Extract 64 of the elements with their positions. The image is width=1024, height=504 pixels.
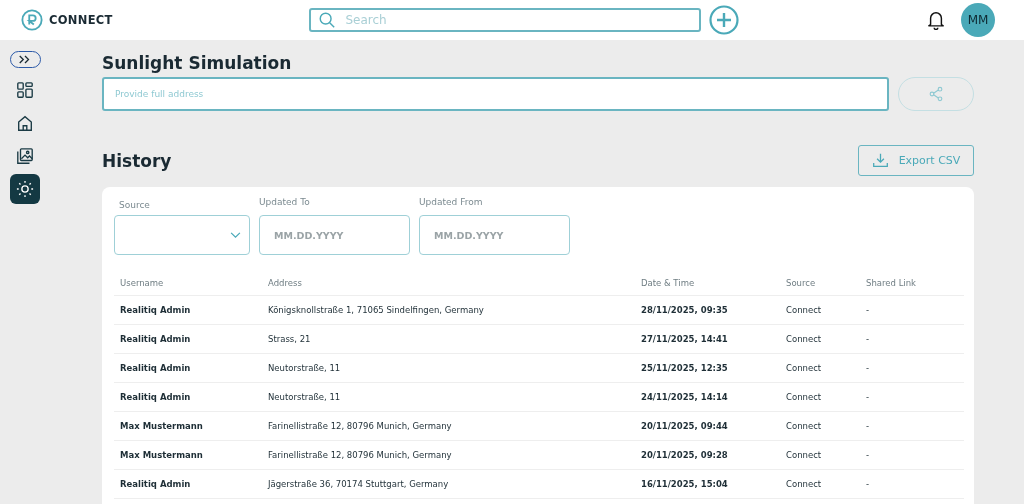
table-cell: Max Mustermann — [120, 450, 203, 460]
add-button[interactable] — [708, 5, 739, 35]
date-input-field[interactable]: MM.DD.YYYY — [419, 215, 570, 255]
chevron-down-icon — [230, 231, 241, 239]
table-cell: Strass, 21 — [268, 334, 311, 344]
table-cell: Neutorstraße, 11 — [268, 363, 341, 373]
table-cell: - — [866, 334, 870, 344]
column-header: Username — [120, 277, 164, 288]
table-cell: 24/11/2025, 14:14 — [641, 392, 728, 402]
search-field[interactable]: Search — [308, 8, 701, 32]
table-cell: Connect — [786, 334, 822, 344]
table-cell: Farinellistraße 12, 80796 Munich, Germany — [268, 421, 452, 431]
table-cell: Connect — [786, 363, 822, 373]
sun-icon — [16, 180, 34, 198]
share-icon — [928, 86, 944, 102]
table-cell: Farinellistraße 12, 80796 Munich, Germany — [268, 450, 452, 460]
table-cell: Realitiq Admin — [120, 392, 191, 402]
download-icon — [871, 152, 889, 169]
table-cell: 25/11/2025, 12:35 — [641, 363, 728, 373]
table-cell: 20/11/2025, 09:28 — [641, 450, 728, 460]
date-input-field[interactable]: MM.DD.YYYY — [259, 215, 410, 255]
logo-icon — [21, 9, 43, 31]
brand-name: CONNECT — [49, 13, 113, 27]
table-cell: - — [866, 421, 870, 431]
table-cell: - — [866, 450, 870, 460]
table-cell: Realitiq Admin — [120, 479, 191, 489]
table-cell: Realitiq Admin — [120, 363, 191, 373]
column-header: Date & Time — [641, 277, 695, 288]
table-cell: Connect — [786, 305, 822, 315]
table-cell: Realitiq Admin — [120, 334, 191, 344]
table-cell: Neutorstraße, 11 — [268, 392, 341, 402]
notification-bell-icon[interactable] — [927, 10, 945, 30]
column-header: Shared Link — [866, 277, 917, 288]
table-cell: - — [866, 479, 870, 489]
table-cell: Königsknollstraße 1, 71065 Sindelfingen, Germany — [268, 305, 484, 315]
table-cell: 28/11/2025, 09:35 — [641, 305, 728, 315]
history-title: History — [102, 150, 172, 171]
table-cell: Realitiq Admin — [120, 305, 191, 315]
filter-label: Updated From — [419, 197, 484, 207]
column-header: Source — [786, 277, 816, 288]
table-cell: 20/11/2025, 09:44 — [641, 421, 728, 431]
table-cell: Connect — [786, 421, 822, 431]
page-title: Sunlight Simulation — [102, 53, 293, 73]
double-chevron-icon — [18, 55, 32, 64]
table-cell: - — [866, 305, 870, 315]
home-icon — [16, 114, 34, 132]
address-input-field[interactable]: Provide full address — [102, 77, 889, 111]
table-cell: Connect — [786, 450, 822, 460]
user-avatar[interactable]: MM — [961, 3, 995, 37]
table-cell: 16/11/2025, 15:04 — [641, 479, 728, 489]
table-cell: - — [866, 392, 870, 402]
table-cell: 27/11/2025, 14:41 — [641, 334, 728, 344]
image-gallery-icon — [16, 147, 34, 165]
sun-nav-button[interactable] — [10, 174, 40, 204]
dashboard-grid-icon — [16, 81, 34, 99]
table-cell: Max Mustermann — [120, 421, 203, 431]
search-icon — [317, 11, 336, 29]
filter-label: Updated To — [259, 197, 311, 207]
table-cell: Connect — [786, 392, 822, 402]
table-cell: Jägerstraße 36, 70174 Stuttgart, Germany — [268, 479, 449, 489]
filter-label: Source — [119, 200, 151, 210]
table-cell: - — [866, 363, 870, 373]
column-header: Address — [268, 277, 302, 288]
table-cell: Connect — [786, 479, 822, 489]
